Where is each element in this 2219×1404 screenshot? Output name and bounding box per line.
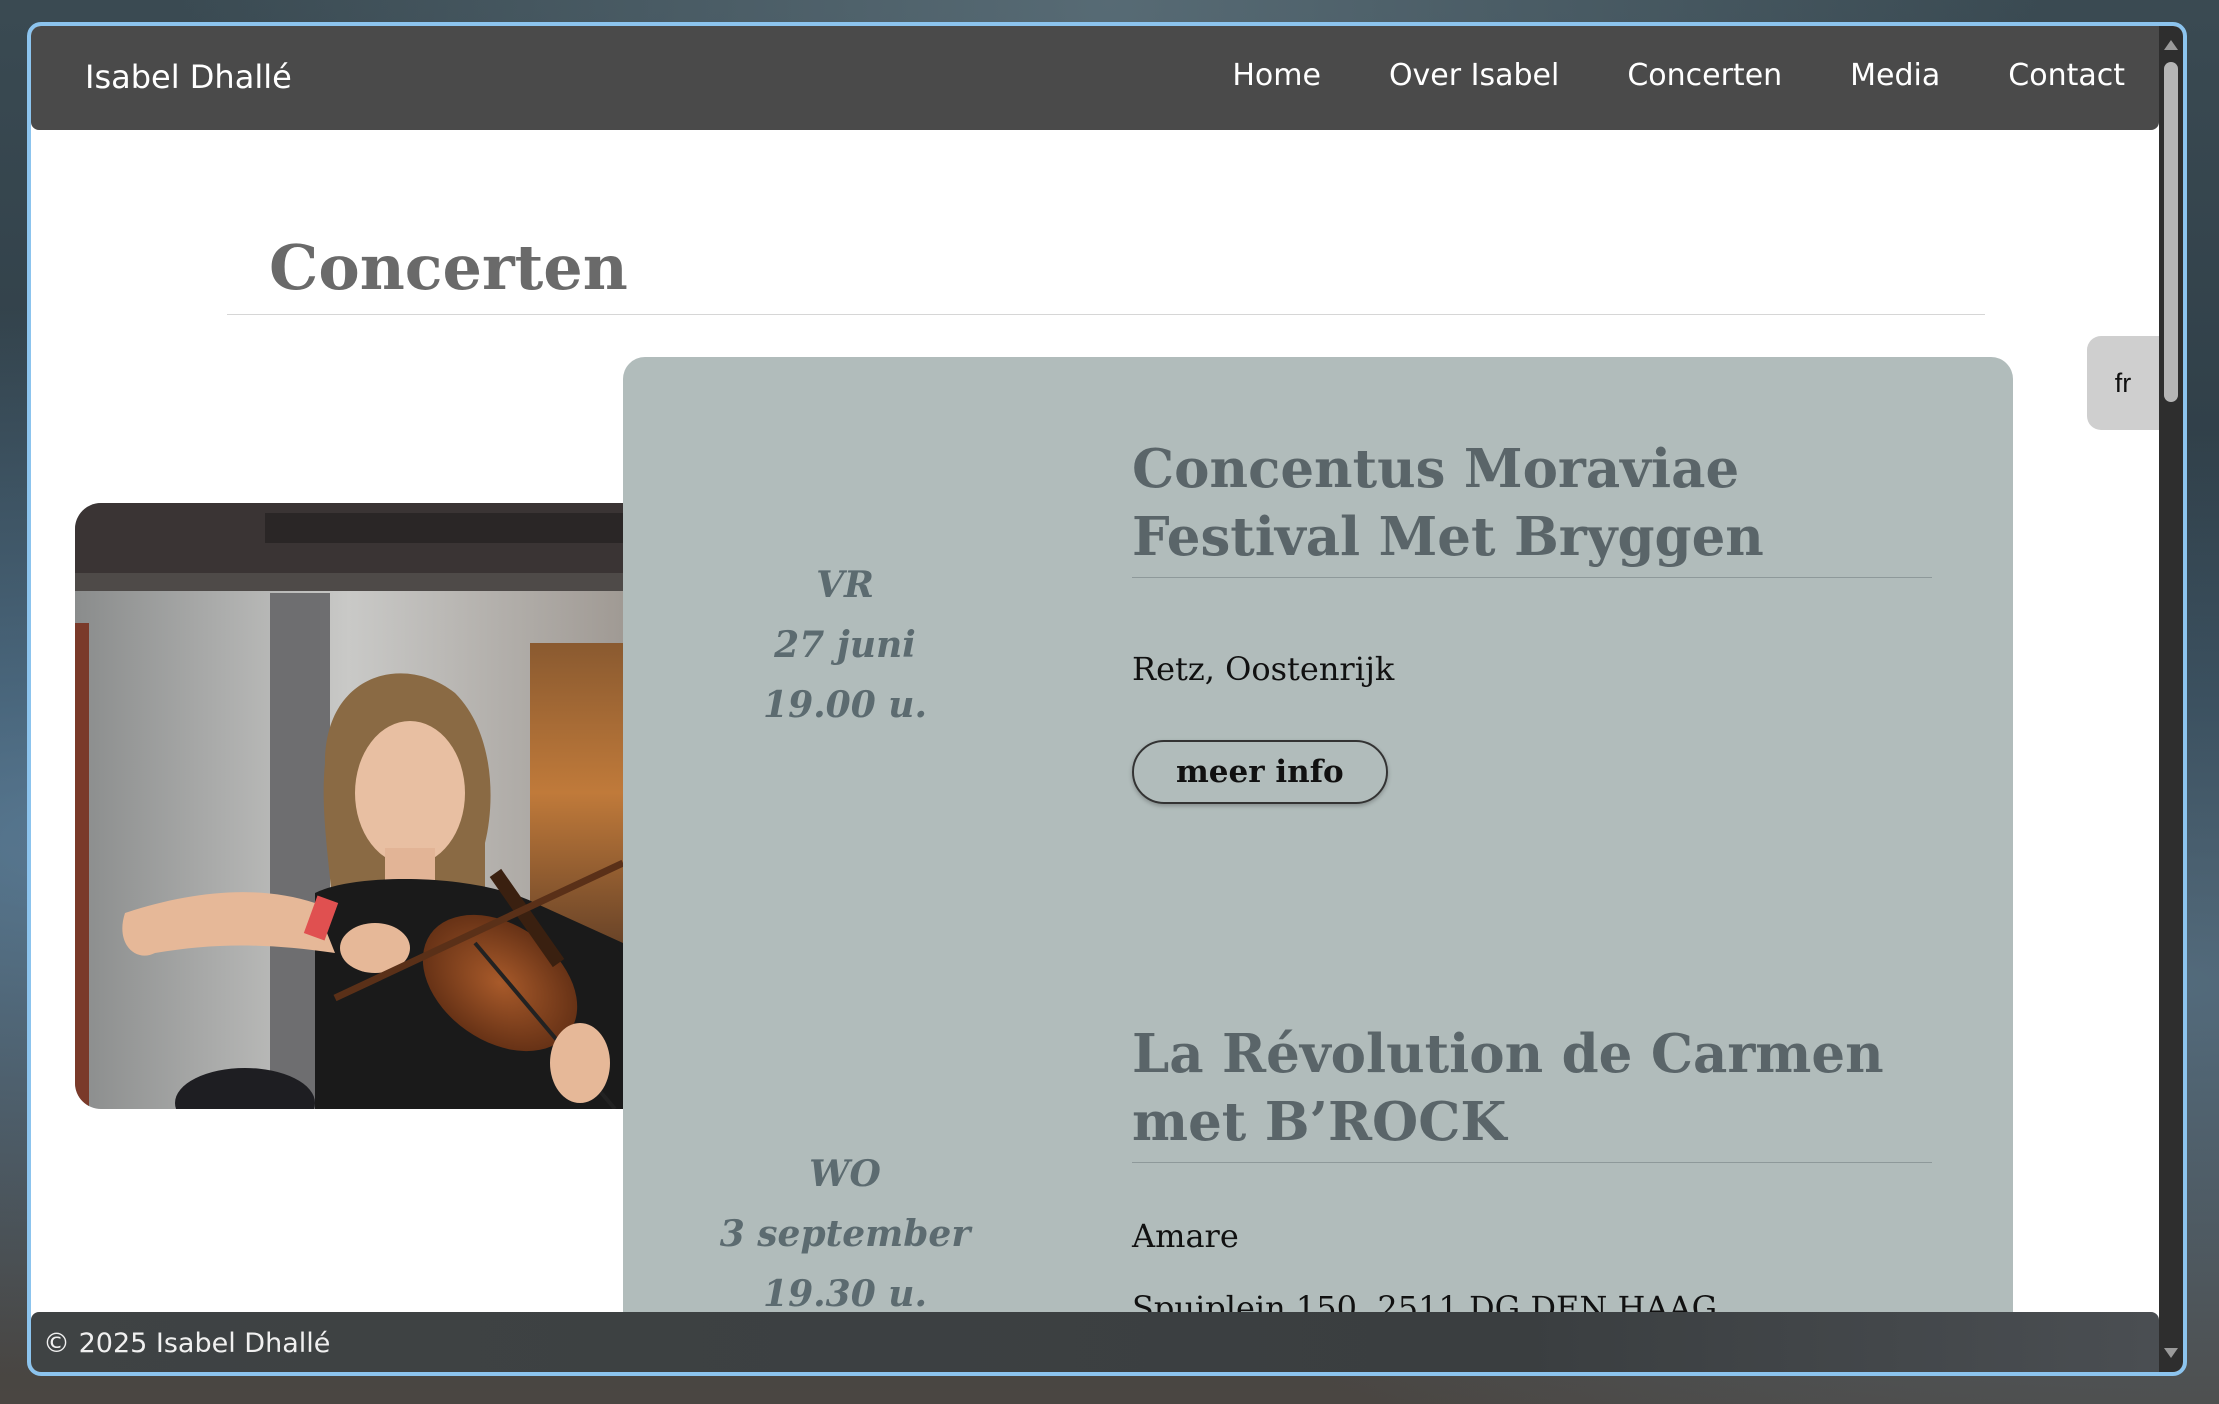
navbar: Isabel Dhallé Home Over Isabel Concerten… (31, 26, 2159, 130)
concert-date-text: 3 september (719, 1213, 971, 1255)
nav-over-isabel[interactable]: Over Isabel (1389, 58, 1559, 93)
title-divider (227, 314, 1985, 315)
concert-date-text: 27 juni (774, 624, 916, 666)
violinist-photo (75, 503, 623, 1109)
scroll-down-arrow-icon[interactable] (2164, 1348, 2178, 1358)
more-info-button[interactable]: meer info (1132, 740, 1388, 804)
concert-time: 19.00 u. (763, 684, 927, 726)
concert-info: Concentus Moraviae Festival Met Bryggen … (1132, 435, 1932, 804)
concert-location: Retz, Oostenrijk (1132, 650, 1395, 688)
concert-location: Amare (1132, 1217, 1239, 1255)
concert-date: VR 27 juni 19.00 u. (623, 555, 1067, 735)
concert-date: WO 3 september 19.30 u. (623, 1144, 1067, 1324)
language-toggle[interactable]: fr (2087, 336, 2159, 430)
nav-links: Home Over Isabel Concerten Media Contact (1232, 58, 2125, 93)
page-content: Isabel Dhallé Home Over Isabel Concerten… (31, 26, 2159, 1372)
nav-media[interactable]: Media (1850, 58, 1940, 93)
scroll-up-arrow-icon[interactable] (2164, 40, 2178, 50)
concert-title: La Révolution de Carmen met B’ROCK (1132, 1020, 1932, 1163)
nav-concerten[interactable]: Concerten (1627, 58, 1782, 93)
concert-title: Concentus Moraviae Festival Met Bryggen (1132, 435, 1932, 578)
nav-contact[interactable]: Contact (2008, 58, 2125, 93)
concerts-panel: VR 27 juni 19.00 u. Concentus Moraviae F… (623, 357, 2013, 1372)
scroll-thumb[interactable] (2164, 62, 2178, 402)
concert-info: La Révolution de Carmen met B’ROCK Amare… (1132, 1020, 1932, 1327)
footer: © 2025 Isabel Dhallé (31, 1312, 2159, 1372)
vertical-scrollbar[interactable] (2159, 26, 2183, 1372)
browser-window: Isabel Dhallé Home Over Isabel Concerten… (27, 22, 2187, 1376)
nav-home[interactable]: Home (1232, 58, 1321, 93)
site-brand[interactable]: Isabel Dhallé (85, 58, 292, 96)
concert-day: WO (809, 1153, 881, 1195)
concert-day: VR (816, 564, 874, 606)
page-title: Concerten (269, 231, 628, 304)
footer-copyright: © 2025 Isabel Dhallé (43, 1328, 331, 1359)
